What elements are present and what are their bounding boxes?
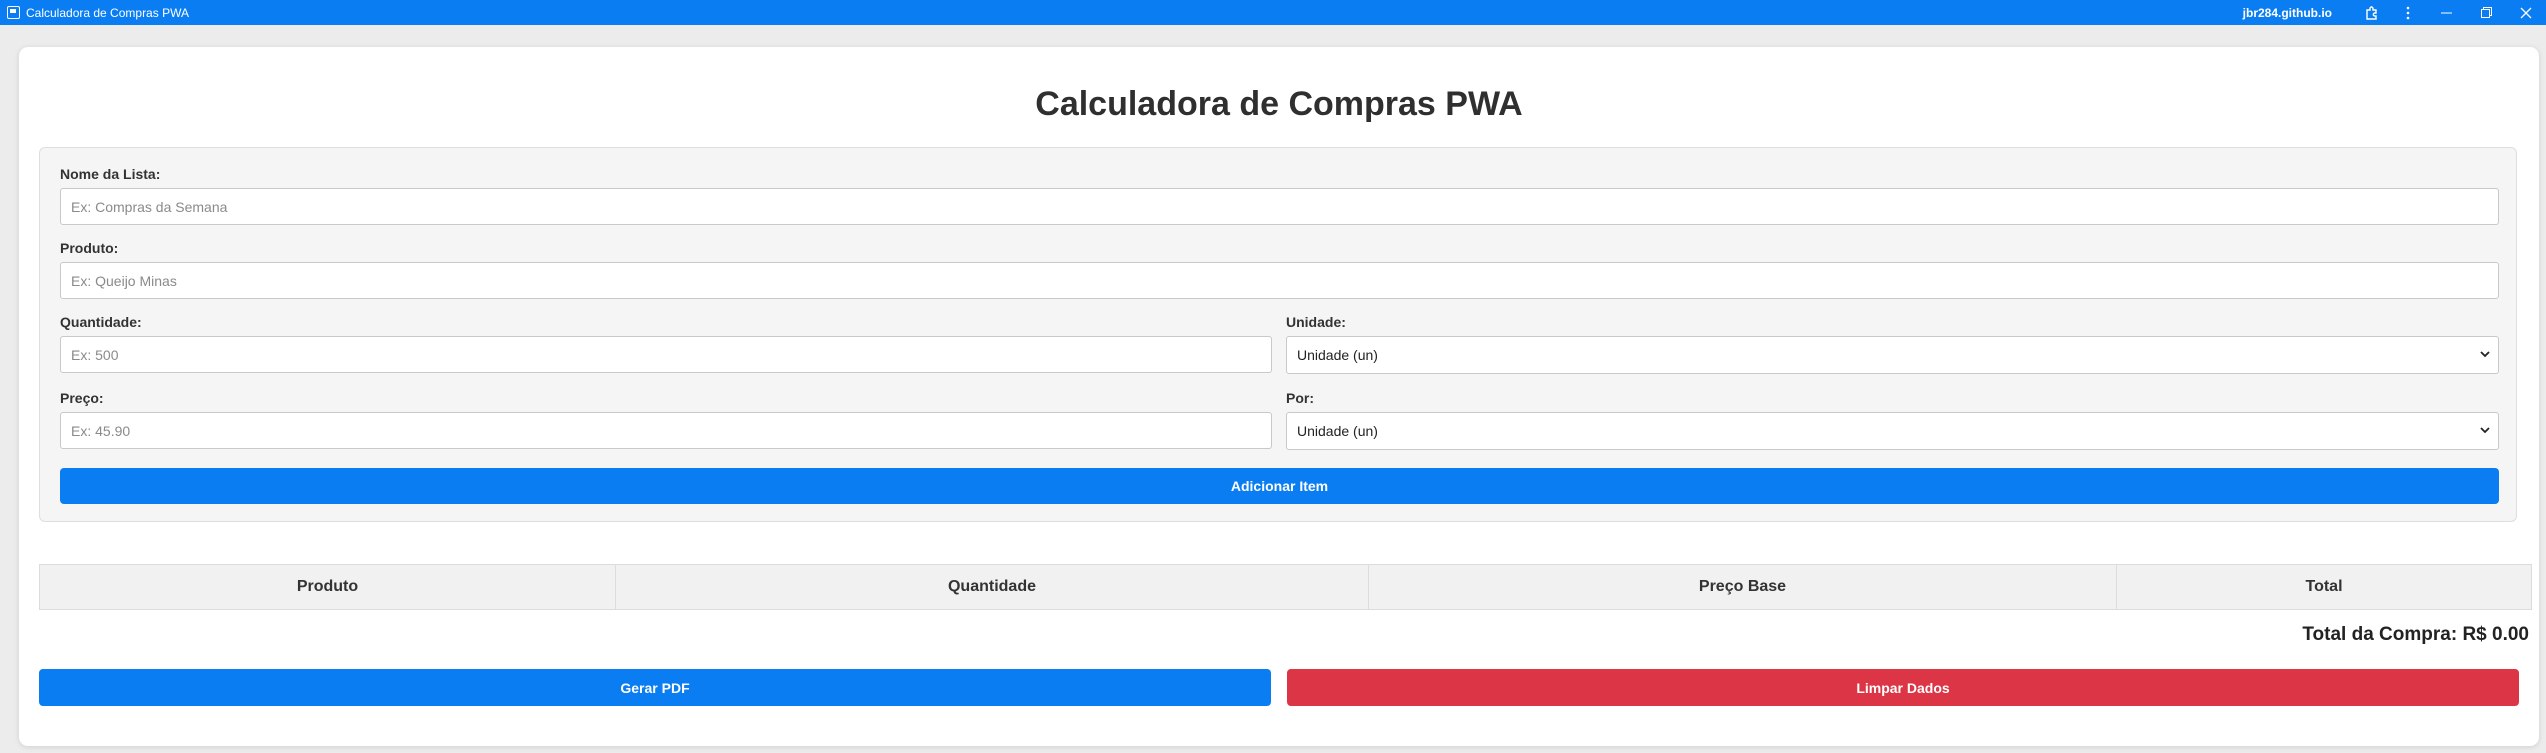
chevron-down-icon	[2480, 347, 2490, 362]
add-item-button[interactable]: Adicionar Item	[60, 468, 2499, 504]
titlebar-controls: jbr284.github.io	[2243, 0, 2546, 25]
generate-pdf-button[interactable]: Gerar PDF	[39, 669, 1271, 706]
list-name-label: Nome da Lista:	[60, 166, 161, 182]
unit-select[interactable]: Unidade (un)	[1286, 336, 2499, 374]
chevron-down-icon	[2480, 423, 2490, 438]
clear-data-button[interactable]: Limpar Dados	[1287, 669, 2519, 706]
per-select[interactable]: Unidade (un)	[1286, 412, 2499, 450]
quantity-label: Quantidade:	[60, 314, 142, 330]
unit-label: Unidade:	[1286, 314, 1346, 330]
price-label: Preço:	[60, 390, 104, 406]
unit-select-value: Unidade (un)	[1297, 347, 1378, 363]
purchase-total: Total da Compra: R$ 0.00	[2302, 624, 2529, 645]
page-title: Calculadora de Compras PWA	[1035, 85, 1523, 123]
app-card: Calculadora de Compras PWA Nome da Lista…	[19, 47, 2539, 746]
puzzle-icon[interactable]	[2354, 0, 2390, 25]
window-titlebar: Calculadora de Compras PWA jbr284.github…	[0, 0, 2546, 25]
product-label: Produto:	[60, 240, 119, 256]
minimize-button[interactable]	[2426, 0, 2466, 25]
restore-button[interactable]	[2466, 0, 2506, 25]
column-header-quantity: Quantidade	[615, 564, 1369, 610]
quantity-input[interactable]	[60, 336, 1272, 373]
column-header-total: Total	[2116, 564, 2532, 610]
table-header-row: Produto Quantidade Preço Base Total	[39, 564, 2532, 610]
per-label: Por:	[1286, 390, 1314, 406]
kebab-icon[interactable]	[2390, 0, 2426, 25]
item-form: Nome da Lista: Produto: Quantidade: Unid…	[39, 147, 2517, 522]
site-domain: jbr284.github.io	[2242, 5, 2332, 20]
app-icon	[7, 6, 20, 19]
product-input[interactable]	[60, 262, 2499, 299]
window-title: Calculadora de Compras PWA	[26, 5, 189, 20]
items-table: Produto Quantidade Preço Base Total	[39, 564, 2532, 610]
column-header-product: Produto	[39, 564, 616, 610]
per-select-value: Unidade (un)	[1297, 423, 1378, 439]
column-header-base-price: Preço Base	[1368, 564, 2117, 610]
price-input[interactable]	[60, 412, 1272, 449]
close-button[interactable]	[2506, 0, 2546, 25]
list-name-input[interactable]	[60, 188, 2499, 225]
